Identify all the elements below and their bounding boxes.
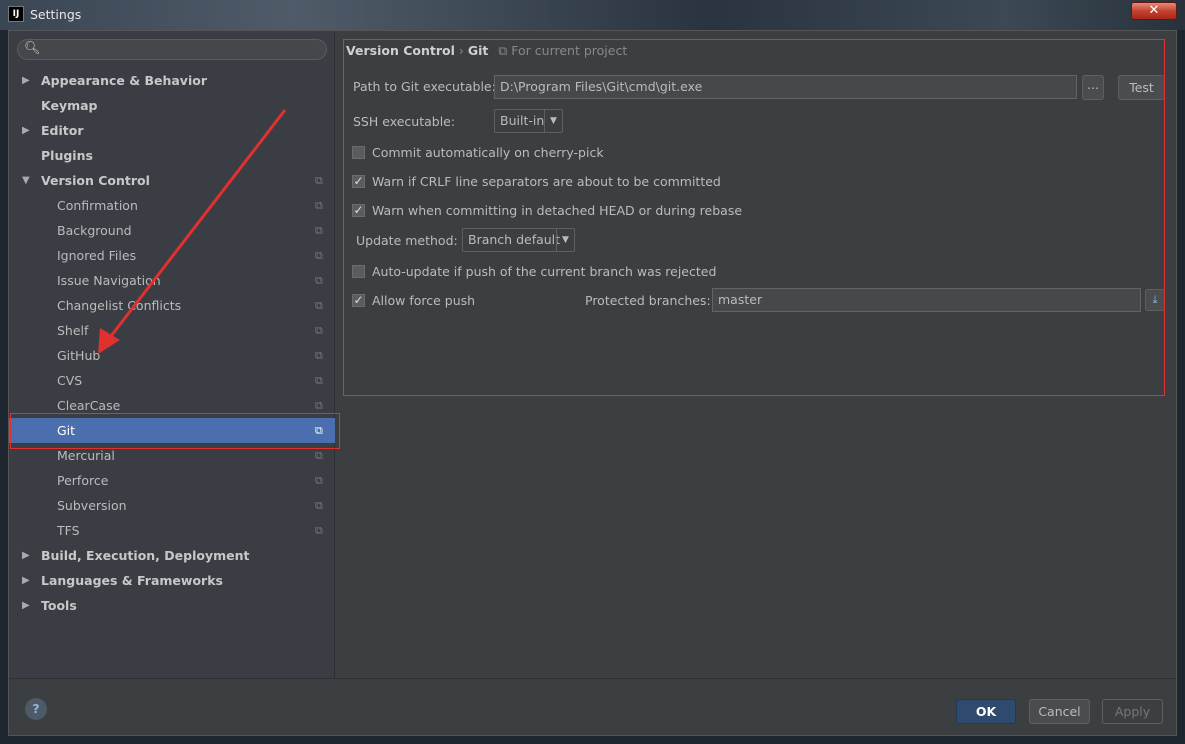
annotation-arrow	[98, 109, 287, 354]
